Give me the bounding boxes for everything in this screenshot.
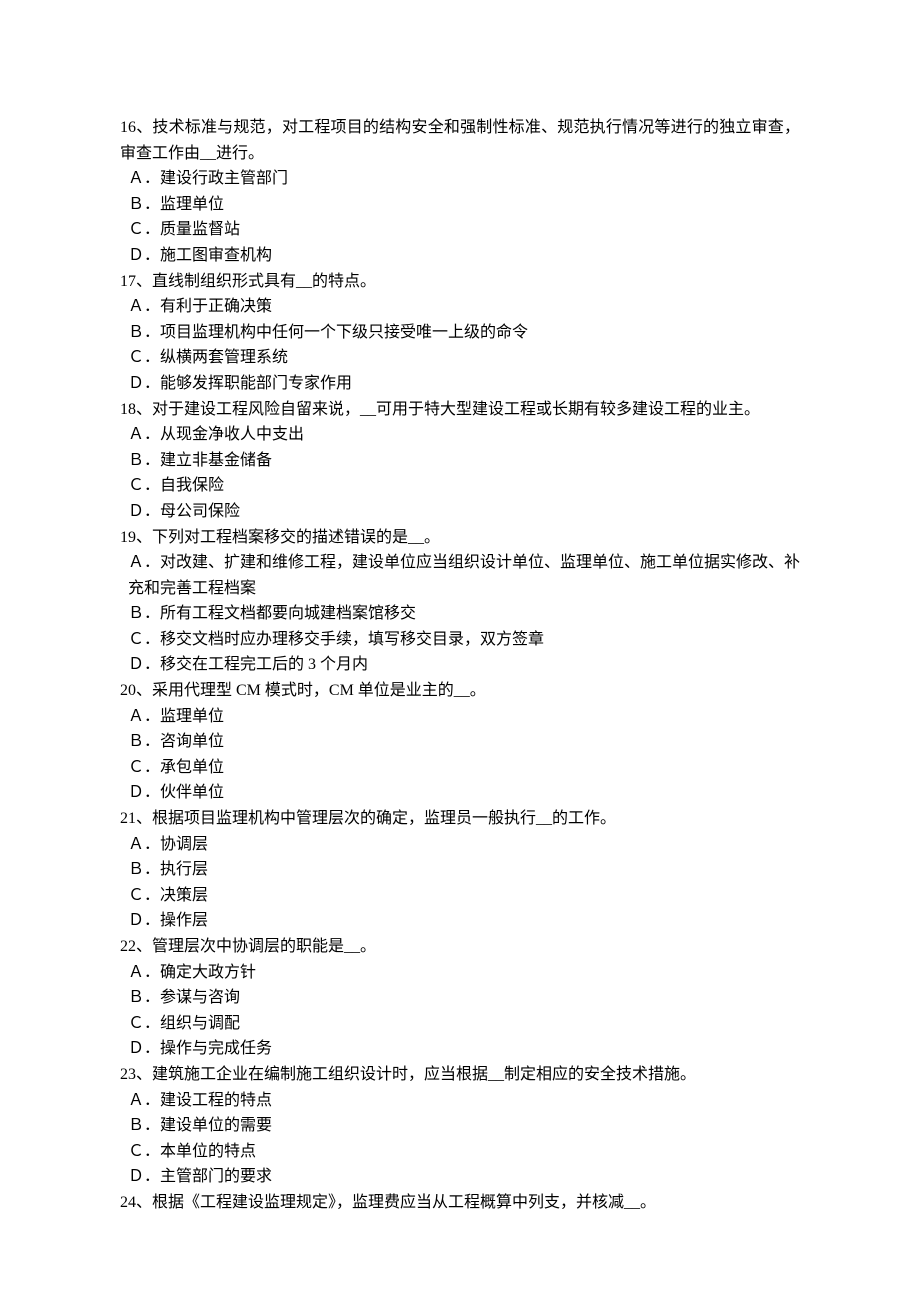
option-d: Ｄ．操作与完成任务: [120, 1036, 800, 1062]
option-c: Ｃ．决策层: [120, 883, 800, 909]
option-a: Ａ．从现金净收人中支出: [120, 422, 800, 448]
option-c: Ｃ．本单位的特点: [120, 1139, 800, 1165]
option-b: Ｂ．咨询单位: [120, 729, 800, 755]
question-stem: 21、根据项目监理机构中管理层次的确定，监理员一般执行__的工作。: [120, 806, 800, 832]
question-block-24: 24、根据《工程建设监理规定》，监理费应当从工程概算中列支，并核减__。: [120, 1190, 800, 1216]
option-c: Ｃ．自我保险: [120, 473, 800, 499]
question-stem: 20、采用代理型 CM 模式时，CM 单位是业主的__。: [120, 678, 800, 704]
document-page: 16、技术标准与规范，对工程项目的结构安全和强制性标准、规范执行情况等进行的独立…: [0, 0, 920, 1296]
option-d: Ｄ．伙伴单位: [120, 780, 800, 806]
option-d: Ｄ．移交在工程完工后的 3 个月内: [120, 652, 800, 678]
question-block-22: 22、管理层次中协调层的职能是__。 Ａ．确定大政方针 Ｂ．参谋与咨询 Ｃ．组织…: [120, 934, 800, 1062]
question-stem: 17、直线制组织形式具有__的特点。: [120, 269, 800, 295]
question-stem: 24、根据《工程建设监理规定》，监理费应当从工程概算中列支，并核减__。: [120, 1190, 800, 1216]
option-d: Ｄ．主管部门的要求: [120, 1164, 800, 1190]
question-stem: 16、技术标准与规范，对工程项目的结构安全和强制性标准、规范执行情况等进行的独立…: [120, 115, 800, 166]
question-block-19: 19、下列对工程档案移交的描述错误的是__。 Ａ．对改建、扩建和维修工程，建设单…: [120, 525, 800, 679]
option-c: Ｃ．质量监督站: [120, 217, 800, 243]
option-d: Ｄ．能够发挥职能部门专家作用: [120, 371, 800, 397]
question-stem: 19、下列对工程档案移交的描述错误的是__。: [120, 525, 800, 551]
option-a: Ａ．确定大政方针: [120, 960, 800, 986]
option-d: Ｄ．母公司保险: [120, 499, 800, 525]
option-b: Ｂ．项目监理机构中任何一个下级只接受唯一上级的命令: [120, 320, 800, 346]
option-a: Ａ．建设工程的特点: [120, 1088, 800, 1114]
question-block-21: 21、根据项目监理机构中管理层次的确定，监理员一般执行__的工作。 Ａ．协调层 …: [120, 806, 800, 934]
option-b: Ｂ．参谋与咨询: [120, 985, 800, 1011]
option-b: Ｂ．所有工程文档都要向城建档案馆移交: [120, 601, 800, 627]
option-a: Ａ．监理单位: [120, 704, 800, 730]
option-d: Ｄ．操作层: [120, 908, 800, 934]
question-block-23: 23、建筑施工企业在编制施工组织设计时，应当根据__制定相应的安全技术措施。 Ａ…: [120, 1062, 800, 1190]
option-b: Ｂ．建设单位的需要: [120, 1113, 800, 1139]
option-c: Ｃ．移交文档时应办理移交手续，填写移交目录，双方签章: [120, 627, 800, 653]
question-block-16: 16、技术标准与规范，对工程项目的结构安全和强制性标准、规范执行情况等进行的独立…: [120, 115, 800, 269]
question-stem: 18、对于建设工程风险自留来说，__可用于特大型建设工程或长期有较多建设工程的业…: [120, 397, 800, 423]
option-c: Ｃ．纵横两套管理系统: [120, 345, 800, 371]
option-b: Ｂ．建立非基金储备: [120, 448, 800, 474]
question-stem: 23、建筑施工企业在编制施工组织设计时，应当根据__制定相应的安全技术措施。: [120, 1062, 800, 1088]
option-a: Ａ．对改建、扩建和维修工程，建设单位应当组织设计单位、监理单位、施工单位据实修改…: [120, 550, 800, 601]
question-block-17: 17、直线制组织形式具有__的特点。 Ａ．有利于正确决策 Ｂ．项目监理机构中任何…: [120, 269, 800, 397]
option-a: Ａ．协调层: [120, 832, 800, 858]
question-stem: 22、管理层次中协调层的职能是__。: [120, 934, 800, 960]
option-a: Ａ．有利于正确决策: [120, 294, 800, 320]
option-b: Ｂ．监理单位: [120, 192, 800, 218]
option-c: Ｃ．组织与调配: [120, 1011, 800, 1037]
option-b: Ｂ．执行层: [120, 857, 800, 883]
question-block-20: 20、采用代理型 CM 模式时，CM 单位是业主的__。 Ａ．监理单位 Ｂ．咨询…: [120, 678, 800, 806]
option-c: Ｃ．承包单位: [120, 755, 800, 781]
question-block-18: 18、对于建设工程风险自留来说，__可用于特大型建设工程或长期有较多建设工程的业…: [120, 397, 800, 525]
option-a: Ａ．建设行政主管部门: [120, 166, 800, 192]
option-d: Ｄ．施工图审查机构: [120, 243, 800, 269]
